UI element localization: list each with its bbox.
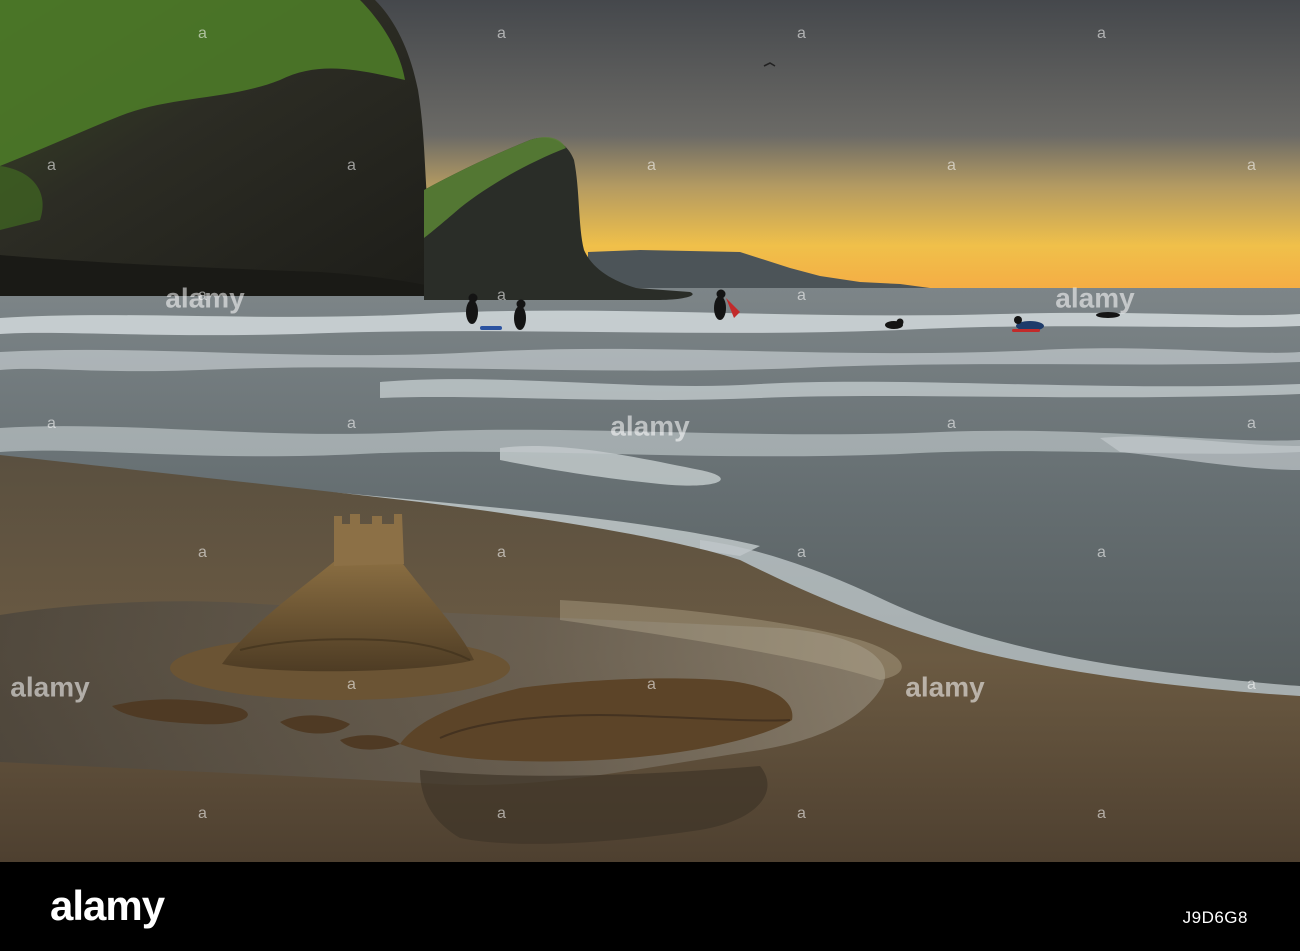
watermark-mark: a [347,157,356,174]
watermark-mark: a [198,544,207,561]
watermark-mark: a [497,544,506,561]
watermark-mark: a [647,676,656,693]
watermark-mark: a [947,415,956,432]
watermark-mark: a [1097,25,1106,42]
watermark-mark: a [797,25,806,42]
watermark-mark: a [647,157,656,174]
watermark-mark: a [1097,544,1106,561]
watermark-mark: a [347,676,356,693]
watermark-mark: a [947,157,956,174]
watermark-mark: a [797,544,806,561]
watermark-mark: a [497,805,506,822]
stock-id: J9D6G8 [1183,906,1248,928]
watermark-mark: a [797,805,806,822]
footer-bar: alamy J9D6G8 [0,862,1300,951]
watermark-mark: a [1247,415,1256,432]
watermark-mark: a [1247,157,1256,174]
alamy-logo-text: alamy [50,882,165,929]
watermark-mark: a [1247,676,1256,693]
watermark-logo: alamy [165,282,245,313]
watermark-mark: a [198,25,207,42]
watermark-mark: a [47,157,56,174]
watermark-mark: a [497,287,506,304]
watermark-logo: alamy [610,410,690,441]
beach-photo: a a a a a a a a a a a a a a a a a a a a a a a a a a a alamy alamy ala… [0,0,1300,862]
watermark-logo: alamy [10,671,90,702]
watermark-mark: a [797,287,806,304]
watermark-mark: a [347,415,356,432]
watermark-mark: a [1097,805,1106,822]
watermark-logo: alamy [905,671,985,702]
watermark-logo: alamy [1055,282,1135,313]
watermark-mark: a [47,415,56,432]
stock-id-value: J9D6G8 [1182,908,1248,927]
alamy-logo: alamy [50,878,165,934]
watermark-mark: a [497,25,506,42]
beach-scene-svg: a a a aa a a a aa a aa a a aa a a aa a aa a a aalamyalamyala… [0,0,1300,862]
watermark-mark: a [198,805,207,822]
